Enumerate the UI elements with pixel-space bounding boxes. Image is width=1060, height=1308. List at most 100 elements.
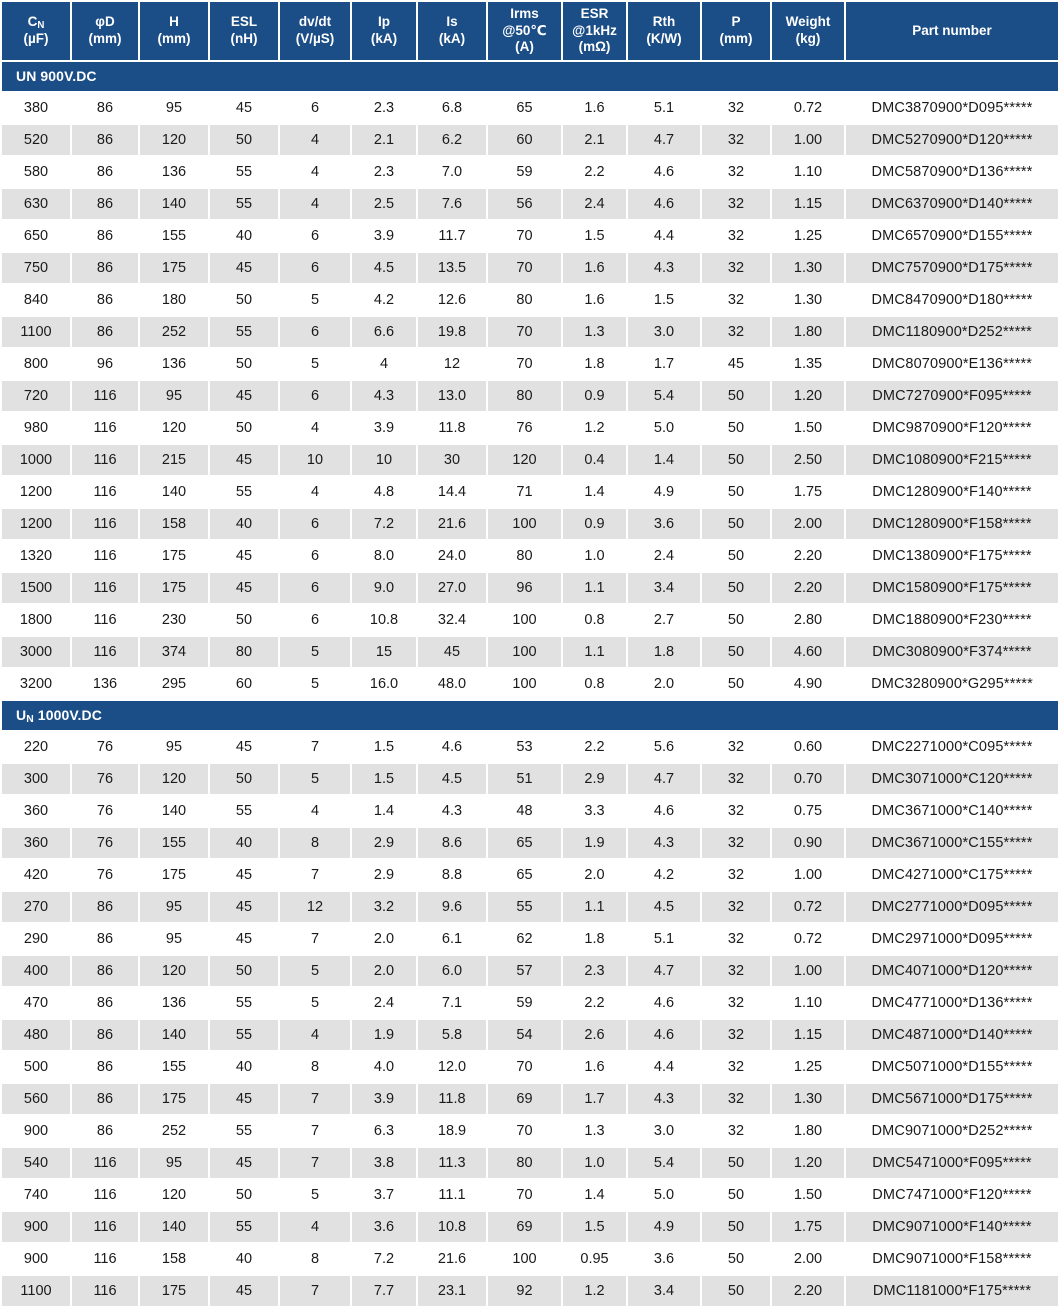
cell-weight: 1.10 [772,157,844,187]
cell-rth: 5.0 [628,413,700,443]
column-header-phid: φD (mm) [72,2,138,60]
cell-cn: 380 [2,93,70,123]
cell-irms: 48 [488,796,561,826]
cell-p: 50 [702,1244,770,1274]
column-header-part: Part number [846,2,1058,60]
cell-h: 95 [140,1148,208,1178]
cell-h: 120 [140,1180,208,1210]
cell-weight: 1.50 [772,413,844,443]
cell-irms: 59 [488,988,561,1018]
table-header: CN (µF) φD (mm) H (mm) ESL (nH) dv/dt (V/µS) Ip (kA… [2,2,1058,60]
cell-ip: 10.8 [352,605,416,635]
cell-esr: 0.8 [563,669,626,699]
cell-cn: 750 [2,253,70,283]
cell-is: 14.4 [418,477,486,507]
column-header-name: dv/dt [298,14,332,30]
cell-dvdt: 7 [280,1276,350,1306]
cell-esl: 55 [210,477,278,507]
cell-rth: 5.1 [628,924,700,954]
cell-phid: 116 [72,541,138,571]
cell-dvdt: 6 [280,509,350,539]
cell-h: 215 [140,445,208,475]
table-row: 1200 116 158 40 6 7.2 21.6 100 0.9 3.6 50 2.00 DMC12… [2,509,1058,539]
cell-esl: 55 [210,157,278,187]
cell-is: 13.5 [418,253,486,283]
cell-irms: 120 [488,445,561,475]
cell-h: 175 [140,573,208,603]
cell-ip: 1.9 [352,1020,416,1050]
cell-part: DMC1080900*F215***** [846,445,1058,475]
table-row: 840 86 180 50 5 4.2 12.6 80 1.6 1.5 32 1.30 DMC84709… [2,285,1058,315]
cell-rth: 4.9 [628,1212,700,1242]
cell-phid: 116 [72,573,138,603]
cell-esr: 1.1 [563,637,626,667]
cell-dvdt: 5 [280,285,350,315]
column-header-unit: (mΩ) [578,39,611,55]
cell-irms: 69 [488,1084,561,1114]
cell-ip: 3.8 [352,1148,416,1178]
cell-p: 50 [702,381,770,411]
column-header-unit: (mm) [719,31,753,46]
cell-rth: 3.4 [628,573,700,603]
cell-part: DMC1181000*F175***** [846,1276,1058,1306]
cell-ip: 1.5 [352,732,416,762]
cell-cn: 420 [2,860,70,890]
cell-weight: 2.00 [772,509,844,539]
cell-esl: 50 [210,605,278,635]
cell-part: DMC8470900*D180***** [846,285,1058,315]
table-row: 220 76 95 45 7 1.5 4.6 53 2.2 5.6 32 0.60 DMC2271000… [2,732,1058,762]
cell-rth: 4.3 [628,253,700,283]
cell-irms: 80 [488,285,561,315]
cell-weight: 4.90 [772,669,844,699]
cell-esr: 1.5 [563,1212,626,1242]
cell-part: DMC3671000*C155***** [846,828,1058,858]
cell-is: 21.6 [418,509,486,539]
cell-rth: 1.8 [628,637,700,667]
column-header-unit: (A) [515,39,534,55]
cell-ip: 4.3 [352,381,416,411]
cell-dvdt: 6 [280,381,350,411]
cell-weight: 1.25 [772,1052,844,1082]
cell-is: 11.3 [418,1148,486,1178]
cell-cn: 220 [2,732,70,762]
cell-esl: 50 [210,1180,278,1210]
cell-rth: 4.6 [628,796,700,826]
cell-phid: 86 [72,1052,138,1082]
cell-weight: 1.10 [772,988,844,1018]
column-header-name: Is [446,14,458,30]
cell-is: 12.6 [418,285,486,315]
cell-ip: 1.4 [352,796,416,826]
table-row: 900 86 252 55 7 6.3 18.9 70 1.3 3.0 32 1.80 DMC90710… [2,1116,1058,1146]
cell-h: 175 [140,860,208,890]
section-header-row: UN 900V.DC [2,62,1058,91]
cell-is: 12.0 [418,1052,486,1082]
column-header-unit: (K/W) [646,31,682,46]
column-header-unit: (mm) [157,31,191,46]
cell-weight: 0.70 [772,764,844,794]
cell-cn: 360 [2,828,70,858]
cell-is: 6.8 [418,93,486,123]
cell-phid: 86 [72,125,138,155]
cell-cn: 400 [2,956,70,986]
cell-dvdt: 7 [280,1116,350,1146]
cell-is: 5.8 [418,1020,486,1050]
cell-phid: 86 [72,93,138,123]
column-header-is: Is (kA) [418,2,486,60]
cell-esl: 50 [210,285,278,315]
cell-h: 95 [140,381,208,411]
cell-cn: 1500 [2,573,70,603]
cell-dvdt: 6 [280,541,350,571]
cell-esr: 0.95 [563,1244,626,1274]
cell-p: 32 [702,285,770,315]
cell-phid: 86 [72,221,138,251]
cell-irms: 69 [488,1212,561,1242]
cell-rth: 4.4 [628,221,700,251]
cell-weight: 2.00 [772,1244,844,1274]
cell-esr: 1.5 [563,221,626,251]
table-row: 720 116 95 45 6 4.3 13.0 80 0.9 5.4 50 1.20 DMC72709… [2,381,1058,411]
cell-esr: 1.3 [563,317,626,347]
table-row: 400 86 120 50 5 2.0 6.0 57 2.3 4.7 32 1.00 DMC407100… [2,956,1058,986]
cell-esr: 3.3 [563,796,626,826]
cell-phid: 86 [72,253,138,283]
cell-rth: 4.4 [628,1052,700,1082]
